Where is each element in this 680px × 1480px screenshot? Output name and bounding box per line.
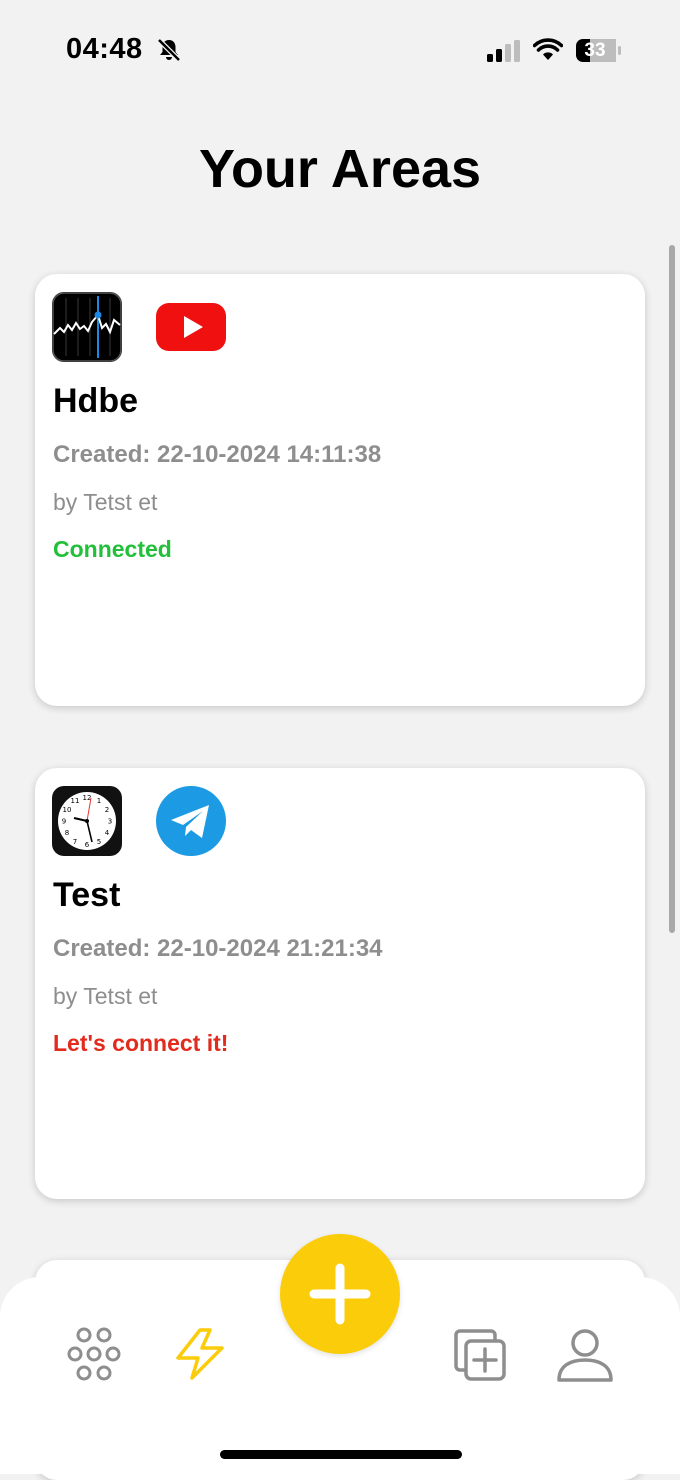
home-indicator [220, 1450, 462, 1459]
svg-text:10: 10 [63, 806, 72, 814]
svg-text:7: 7 [73, 838, 77, 846]
svg-text:11: 11 [71, 797, 80, 805]
area-created-date: Created: 22-10-2024 21:21:34 [53, 935, 383, 962]
area-author: by Tetst et [53, 983, 158, 1009]
areas-lightning-icon[interactable] [172, 1326, 228, 1382]
profile-icon[interactable] [556, 1328, 614, 1384]
area-title: Hdbe [53, 382, 138, 420]
svg-text:6: 6 [85, 841, 90, 849]
svg-text:2: 2 [105, 806, 109, 814]
page-title: Your Areas [198, 139, 482, 199]
status-time: 04:48 [66, 33, 143, 65]
create-area-icon[interactable] [452, 1327, 508, 1383]
youtube-icon [156, 303, 226, 351]
battery-indicator: 33 [576, 39, 622, 62]
wifi-icon [533, 38, 563, 60]
area-created-date: Created: 22-10-2024 14:11:38 [53, 441, 382, 468]
svg-text:3: 3 [108, 818, 112, 826]
cellular-signal-icon [487, 40, 520, 62]
bell-muted-icon [157, 38, 181, 62]
svg-text:9: 9 [62, 818, 66, 826]
area-card[interactable]: 12 1 2 345 678 9 10 11 Test Created: 22-10-2… [35, 768, 645, 1199]
telegram-icon [156, 786, 226, 856]
status-bar: 04:48 33 [0, 0, 680, 100]
svg-text:1: 1 [97, 797, 101, 805]
svg-text:4: 4 [105, 829, 110, 837]
area-status: Connected [53, 536, 172, 562]
clock-app-icon: 12 12 345 678 91011 [52, 786, 122, 856]
add-area-button[interactable] [280, 1234, 400, 1354]
svg-text:8: 8 [65, 829, 69, 837]
area-title: Test [53, 876, 121, 914]
area-card[interactable]: Hdbe Created: 22-10-2024 14:11:38 by Tet… [35, 274, 645, 706]
battery-level: 33 [584, 40, 606, 61]
scrollbar[interactable] [669, 245, 675, 933]
plus-icon [309, 1263, 371, 1325]
stocks-app-icon [52, 292, 122, 362]
svg-text:5: 5 [97, 838, 101, 846]
home-grid-icon[interactable] [66, 1326, 122, 1382]
area-status: Let's connect it! [53, 1030, 229, 1056]
area-author: by Tetst et [53, 489, 158, 515]
